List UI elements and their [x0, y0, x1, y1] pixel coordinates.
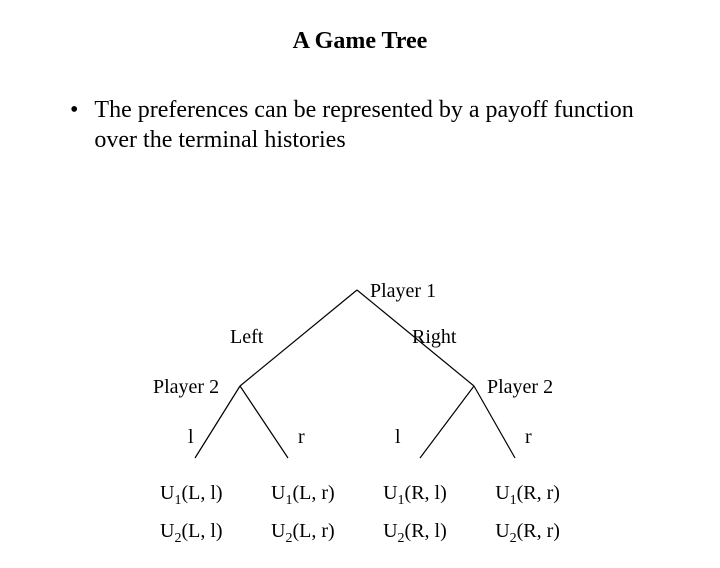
branch-left-label: Left — [230, 326, 263, 349]
leaf-ll-label: l — [188, 426, 194, 449]
page-title: A Game Tree — [0, 28, 720, 55]
node-right-label: Player 2 — [487, 376, 553, 399]
node-left-label: Player 2 — [153, 376, 219, 399]
payoff-u2-Ll: U2(L, l) — [160, 520, 223, 547]
payoff-u1-Rl: U1(R, l) — [383, 482, 447, 509]
payoff-row-u2: U2(L, l) U2(L, r) U2(R, l) U2(R, r) — [160, 520, 560, 547]
leaf-rr-label: r — [525, 426, 532, 449]
payoff-u1-Lr: U1(L, r) — [271, 482, 335, 509]
branch-right-label: Right — [412, 326, 456, 349]
payoff-row-u1: U1(L, l) U1(L, r) U1(R, l) U1(R, r) — [160, 482, 560, 509]
root-label: Player 1 — [370, 280, 436, 303]
payoff-u1-Rr: U1(R, r) — [495, 482, 560, 509]
payoff-u2-Rr: U2(R, r) — [495, 520, 560, 547]
leaf-lr-label: r — [298, 426, 305, 449]
payoff-u2-Rl: U2(R, l) — [383, 520, 447, 547]
bullet-text: The preferences can be represented by a … — [94, 95, 654, 155]
leaf-rl-label: l — [395, 426, 401, 449]
payoff-u1-Ll: U1(L, l) — [160, 482, 223, 509]
bullet-dot: • — [70, 95, 78, 125]
game-tree-diagram: Player 1 Left Right Player 2 Player 2 l … — [0, 278, 720, 568]
bullet-line: • The preferences can be represented by … — [0, 95, 720, 155]
payoff-u2-Lr: U2(L, r) — [271, 520, 335, 547]
